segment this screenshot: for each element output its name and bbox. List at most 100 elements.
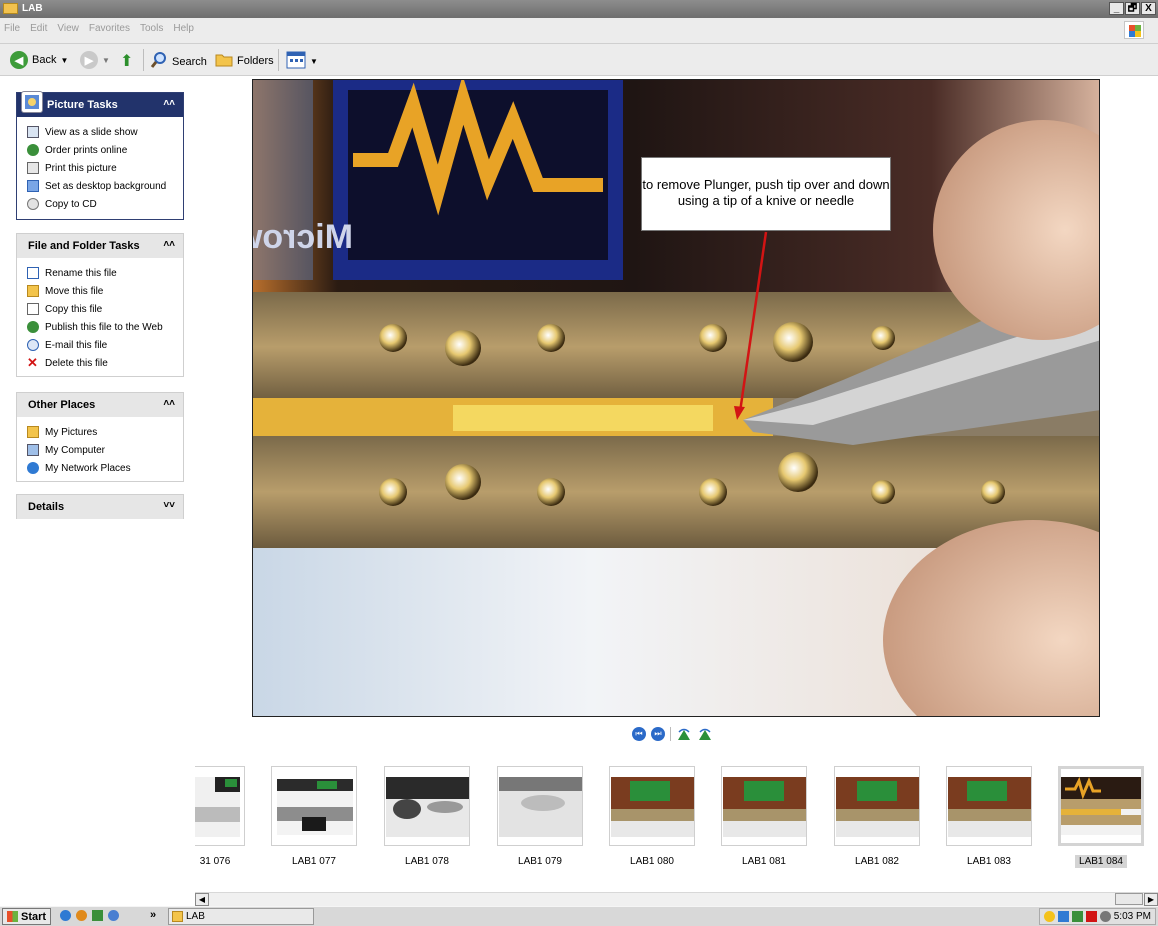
task-copy-file[interactable]: Copy this file	[17, 300, 183, 318]
views-icon	[286, 51, 306, 72]
place-my-network[interactable]: My Network Places	[17, 459, 183, 477]
picture-icon	[21, 91, 43, 113]
move-folder-icon	[27, 285, 39, 297]
up-arrow-icon: ⬆	[120, 53, 134, 70]
task-copy-to-cd[interactable]: Copy to CD	[17, 195, 183, 213]
views-button[interactable]: ▼	[286, 51, 318, 72]
close-button[interactable]: X	[1141, 2, 1156, 15]
next-image-icon[interactable]: ⏭	[651, 727, 665, 741]
media-player-icon[interactable]	[76, 910, 87, 921]
pane-title: Details	[28, 501, 65, 513]
task-print-picture[interactable]: Print this picture	[17, 159, 183, 177]
thumbnail[interactable]	[946, 766, 1032, 846]
start-button[interactable]: Start	[2, 908, 52, 925]
system-tray: 5:03 PM	[1038, 908, 1156, 925]
thumbnail-label: LAB1 082	[855, 856, 899, 867]
app-icon[interactable]	[92, 910, 103, 921]
search-icon[interactable]	[108, 910, 119, 921]
search-button[interactable]: Search	[150, 51, 207, 72]
up-folder-button[interactable]: ⬆	[120, 51, 133, 71]
file-folder-tasks-header[interactable]: File and Folder Tasks ˄˄	[17, 234, 183, 258]
scroll-thumb[interactable]	[1115, 893, 1143, 905]
window-title: LAB	[22, 3, 43, 14]
forward-button[interactable]: ▶ ▼	[80, 51, 110, 69]
scroll-right-icon[interactable]: ▶	[1144, 893, 1158, 906]
thumbnail-selected[interactable]	[1058, 766, 1144, 846]
expand-chevron-icon[interactable]: ˅˅	[163, 500, 175, 511]
other-places-header[interactable]: Other Places ˄˄	[17, 393, 183, 417]
minimize-button[interactable]: _	[1109, 2, 1124, 15]
collapse-chevron-icon[interactable]: ˄˄	[163, 98, 175, 109]
maximize-button[interactable]: 🗗	[1125, 2, 1140, 15]
menu-favorites[interactable]: Favorites	[89, 23, 130, 34]
place-my-pictures[interactable]: My Pictures	[17, 423, 183, 441]
task-set-desktop[interactable]: Set as desktop background	[17, 177, 183, 195]
internet-explorer-icon[interactable]	[60, 910, 71, 921]
tray-app-icon[interactable]	[1057, 911, 1069, 922]
slideshow-icon	[27, 126, 39, 138]
logo-text: Microwave	[253, 218, 353, 256]
thumbnail[interactable]	[271, 766, 357, 846]
pane-title: Picture Tasks	[47, 99, 118, 111]
task-view-slideshow[interactable]: View as a slide show	[17, 123, 183, 141]
thumbnail[interactable]	[721, 766, 807, 846]
task-label: Order prints online	[45, 144, 128, 156]
filmstrip-scrollbar[interactable]: ◀ ▶	[195, 892, 1158, 906]
quick-launch	[60, 910, 119, 921]
alert-icon[interactable]	[1085, 911, 1097, 922]
collapse-chevron-icon[interactable]: ˄˄	[163, 398, 175, 409]
windows-flag-icon	[1124, 21, 1144, 39]
task-email-file[interactable]: E-mail this file	[17, 336, 183, 354]
collapse-chevron-icon[interactable]: ˄˄	[163, 239, 175, 250]
details-header[interactable]: Details ˅˅	[17, 495, 183, 519]
task-publish-web[interactable]: Publish this file to the Web	[17, 318, 183, 336]
menu-edit[interactable]: Edit	[30, 23, 47, 34]
place-label: My Network Places	[45, 462, 131, 474]
menu-file[interactable]: File	[4, 23, 20, 34]
previous-image-icon[interactable]: ⏮	[632, 727, 646, 741]
folders-button[interactable]: Folders	[215, 51, 274, 70]
network-icon[interactable]	[1071, 911, 1083, 922]
task-label: Print this picture	[45, 162, 117, 174]
menu-help[interactable]: Help	[173, 23, 194, 34]
window-controls: _ 🗗 X	[1109, 2, 1156, 15]
rotate-clockwise-icon[interactable]	[676, 727, 692, 741]
thumbnail[interactable]	[384, 766, 470, 846]
toolbar-divider	[143, 49, 144, 71]
details-pane: Details ˅˅	[16, 494, 184, 519]
selected-label: LAB1 084	[1075, 855, 1127, 868]
task-label: View as a slide show	[45, 126, 138, 138]
viewer-controls: ⏮ ⏭	[632, 727, 713, 741]
globe-icon	[27, 144, 39, 156]
picture-tasks-header[interactable]: Picture Tasks ˄˄	[17, 91, 183, 117]
thumbnail-label: LAB1 081	[742, 856, 786, 867]
task-order-prints[interactable]: Order prints online	[17, 141, 183, 159]
place-label: My Pictures	[45, 426, 98, 438]
folders-label: Folders	[237, 54, 274, 67]
quick-launch-chevron[interactable]: »	[150, 909, 156, 921]
volume-icon[interactable]	[1099, 911, 1111, 922]
folder-icon	[172, 911, 183, 922]
thumbnail[interactable]	[497, 766, 583, 846]
thumbnail[interactable]	[195, 766, 245, 846]
thumbnail[interactable]	[609, 766, 695, 846]
thumbnail[interactable]	[834, 766, 920, 846]
menu-tools[interactable]: Tools	[140, 23, 163, 34]
scroll-left-icon[interactable]: ◀	[195, 893, 209, 906]
taskbar-window-button[interactable]: LAB	[168, 908, 314, 925]
task-rename-file[interactable]: Rename this file	[17, 264, 183, 282]
menu-view[interactable]: View	[57, 23, 79, 34]
rotate-counterclockwise-icon[interactable]	[697, 727, 713, 741]
title-bar: LAB _ 🗗 X	[0, 0, 1158, 18]
place-my-computer[interactable]: My Computer	[17, 441, 183, 459]
rename-icon	[27, 267, 39, 279]
web-publish-icon	[27, 321, 39, 333]
thumbnail-label: 31 076	[199, 856, 231, 867]
chevron-down-icon: ▼	[310, 57, 318, 66]
network-icon	[27, 462, 39, 474]
task-delete-file[interactable]: ✕ Delete this file	[17, 354, 183, 372]
back-button[interactable]: ◀ Back ▼	[10, 51, 68, 69]
security-shield-icon[interactable]	[1043, 911, 1055, 922]
search-label: Search	[172, 55, 207, 68]
task-move-file[interactable]: Move this file	[17, 282, 183, 300]
